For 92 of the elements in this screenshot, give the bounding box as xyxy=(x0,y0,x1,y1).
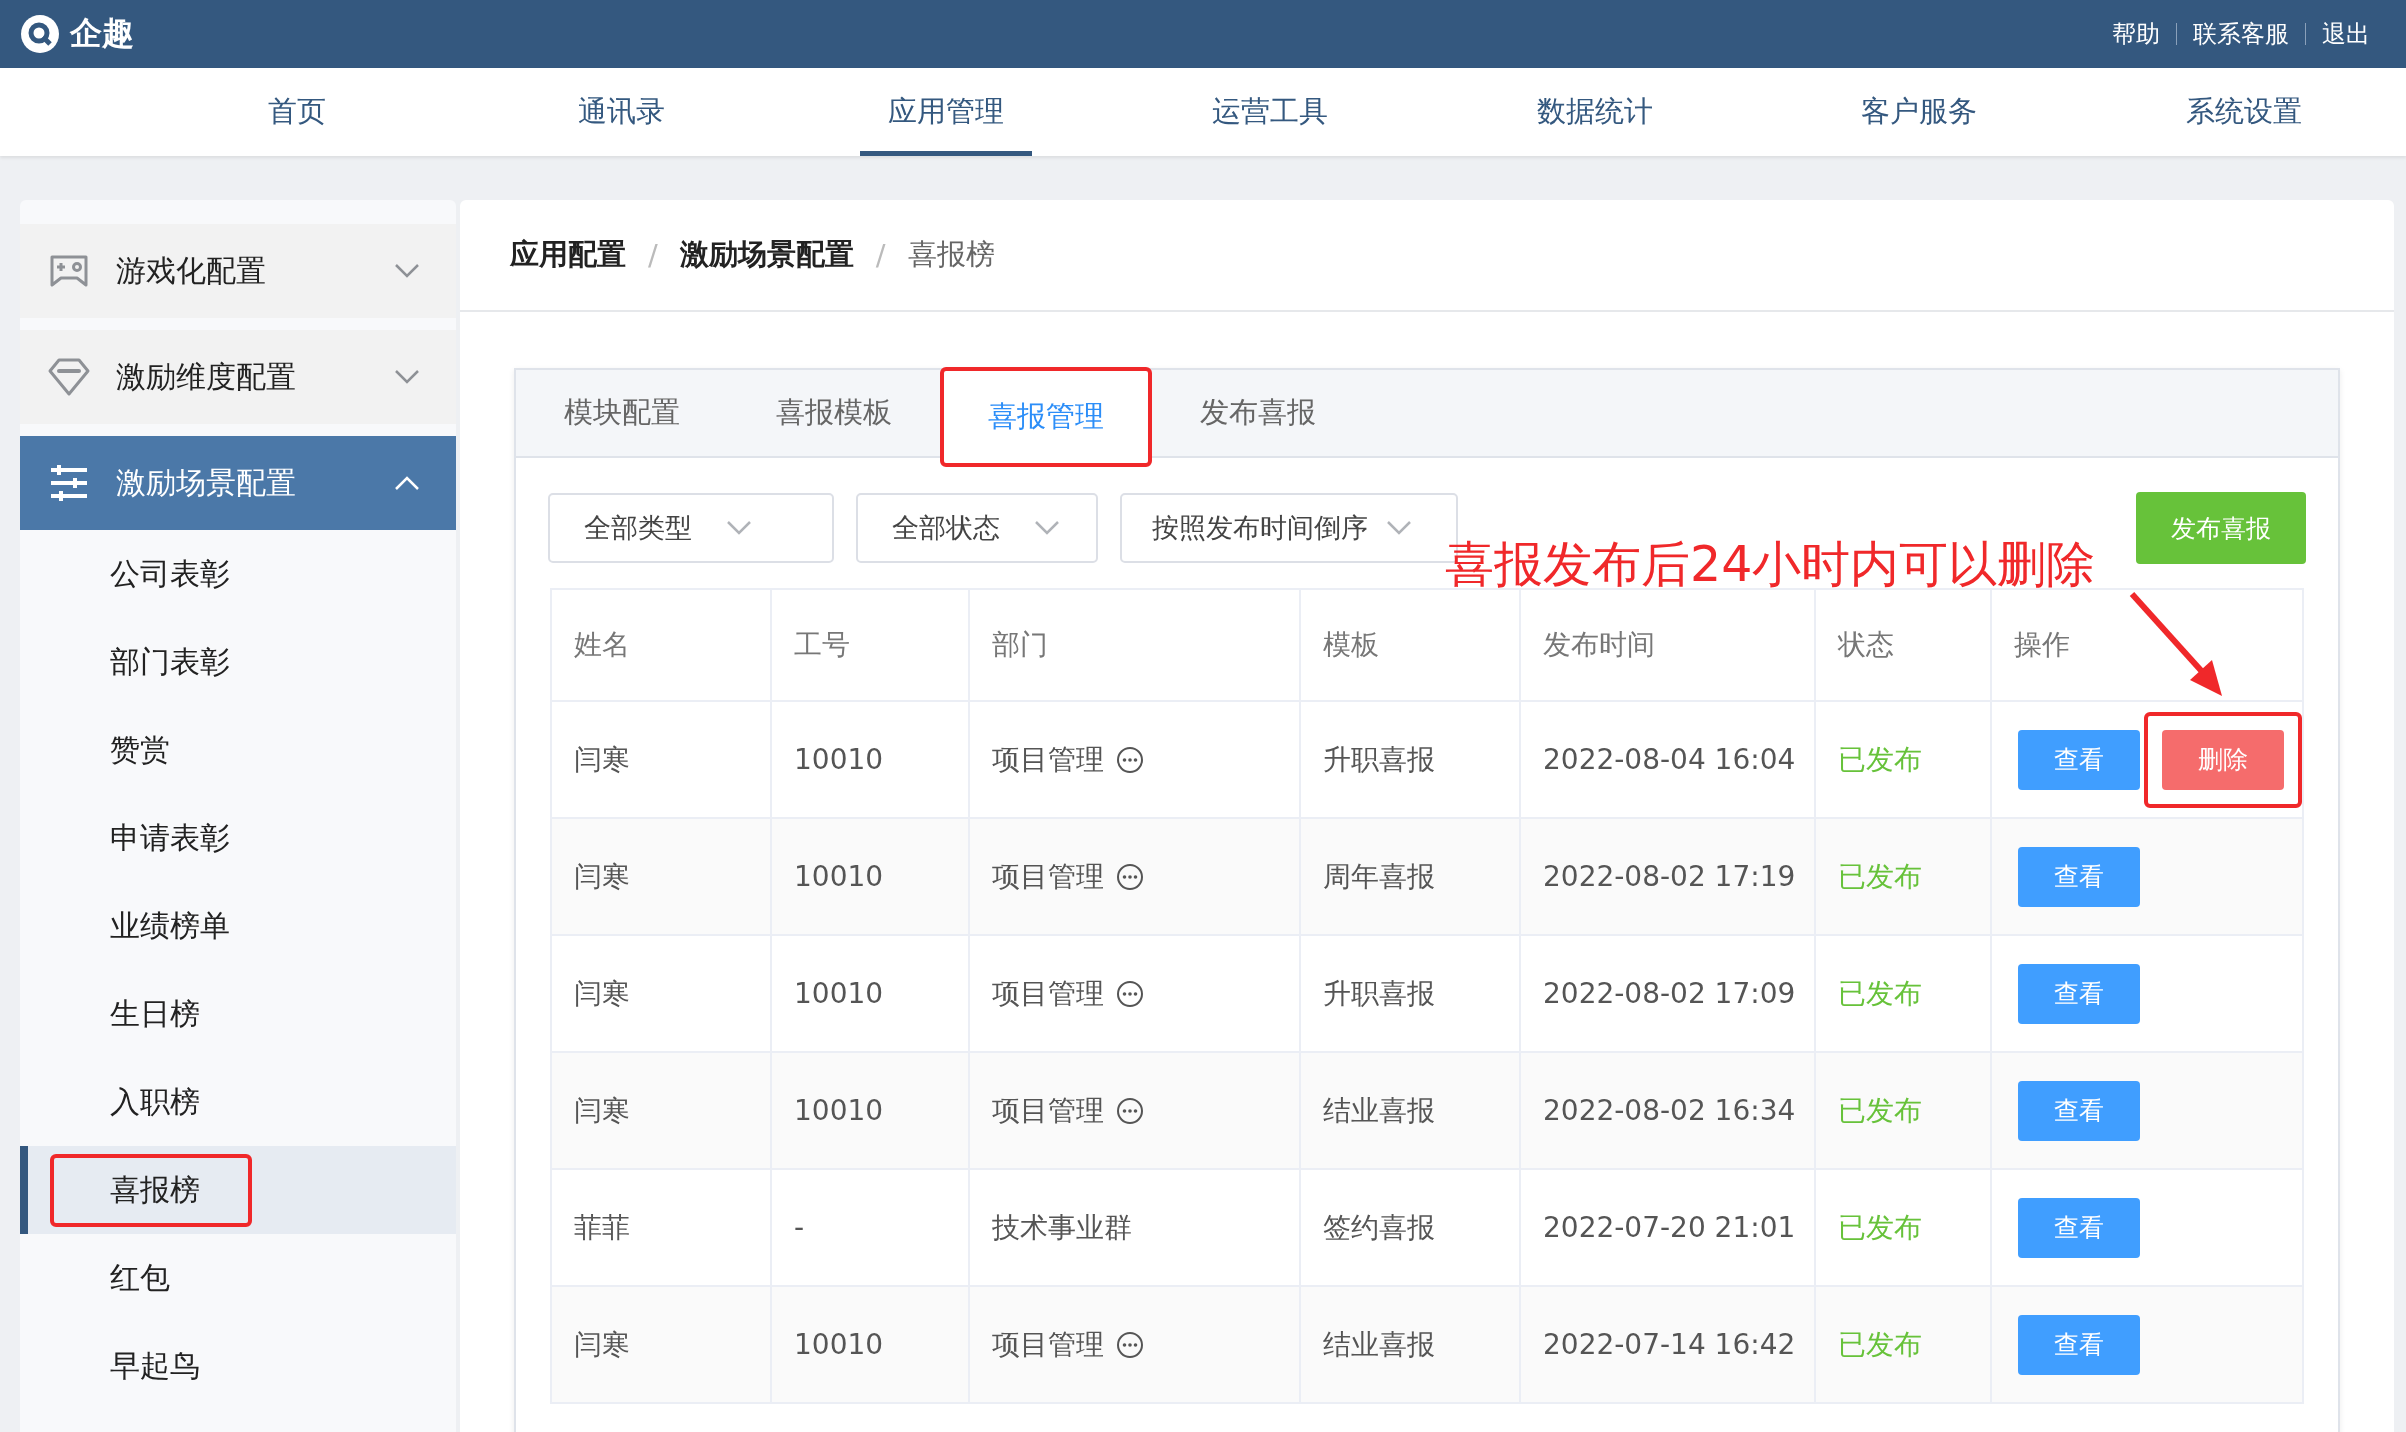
table-cell-text: 闫寒 xyxy=(574,975,630,1012)
chevron-icon xyxy=(394,263,420,279)
breadcrumb-separator: / xyxy=(875,238,886,272)
status-text: 已发布 xyxy=(1838,1326,1922,1363)
nav-tab[interactable]: 运营工具 xyxy=(1184,68,1357,156)
sidebar-item[interactable]: 早起鸟 xyxy=(50,1329,252,1403)
tab[interactable]: 喜报模板 xyxy=(728,370,940,456)
sliders-icon xyxy=(51,465,87,501)
more-icon[interactable] xyxy=(1116,1330,1144,1359)
status-text: 已发布 xyxy=(1838,1209,1922,1246)
table-cell: 2022-08-02 17:19 xyxy=(1543,860,1796,893)
status-text: 已发布 xyxy=(1838,741,1922,778)
nav-tab[interactable]: 应用管理 xyxy=(860,68,1033,156)
sidebar-item[interactable]: 生日榜 xyxy=(50,977,252,1051)
table-cell-text: 周年喜报 xyxy=(1323,858,1435,895)
column-header: 姓名 xyxy=(574,627,630,663)
sidebar-item[interactable]: 公司表彰 xyxy=(50,537,282,611)
breadcrumb-link[interactable]: 应用配置 xyxy=(510,235,626,275)
chevron-icon xyxy=(394,475,420,491)
table-cell: - xyxy=(794,1211,805,1244)
table-cell: 10010 xyxy=(794,1094,884,1127)
column-header: 状态 xyxy=(1838,627,1894,663)
column-header: 部门 xyxy=(992,627,1048,663)
sidebar-item[interactable]: 部门表彰 xyxy=(50,625,282,699)
table-cell-text: 项目管理 xyxy=(992,741,1104,778)
status-text: 已发布 xyxy=(1838,975,1922,1012)
breadcrumb-link[interactable]: 激励场景配置 xyxy=(679,235,854,275)
table-cell: 10010 xyxy=(794,743,884,776)
brand-name: 企趣 xyxy=(70,13,134,54)
column-header: 工号 xyxy=(794,627,850,663)
table-cell-text: 项目管理 xyxy=(992,1326,1104,1363)
more-icon[interactable] xyxy=(1116,979,1144,1008)
table-cell-text: 结业喜报 xyxy=(1323,1326,1435,1363)
table-cell-text: 闫寒 xyxy=(574,741,630,778)
nav-tab[interactable]: 首页 xyxy=(240,68,355,156)
table-cell-text: 菲菲 xyxy=(574,1209,630,1246)
table-cell-text: 项目管理 xyxy=(992,975,1104,1012)
table-cell-text: 技术事业群 xyxy=(992,1209,1132,1246)
table-cell-text: 升职喜报 xyxy=(1323,741,1435,778)
sidebar-item[interactable]: 入职榜 xyxy=(50,1065,252,1139)
chevron-icon xyxy=(726,520,752,536)
chevron-icon xyxy=(1034,520,1060,536)
header-link[interactable]: 退出 xyxy=(2306,18,2386,50)
sidebar-item[interactable]: 申请表彰 xyxy=(50,801,282,875)
nav-tab[interactable]: 系统设置 xyxy=(2157,68,2330,156)
header-link[interactable]: 联系客服 xyxy=(2177,18,2305,50)
sidebar-group[interactable]: 激励场景配置 xyxy=(20,436,456,530)
sidebar-item[interactable]: 喜报榜 xyxy=(50,1153,252,1227)
sidebar-item[interactable]: 业绩榜单 xyxy=(50,889,282,963)
more-icon[interactable] xyxy=(1116,862,1144,891)
breadcrumb-item: 喜报榜 xyxy=(907,236,995,273)
sidebar-group[interactable]: 游戏化配置 xyxy=(20,224,456,318)
table-cell: 2022-08-04 16:04 xyxy=(1543,743,1796,776)
nav-tab[interactable]: 客户服务 xyxy=(1833,68,2006,156)
sidebar-item[interactable]: 赞赏 xyxy=(50,713,222,787)
gamepad-icon xyxy=(49,254,89,288)
table-cell: 10010 xyxy=(794,977,884,1010)
sidebar-group[interactable]: 激励维度配置 xyxy=(20,330,456,424)
table-cell: 10010 xyxy=(794,860,884,893)
diamond-icon xyxy=(47,357,91,397)
table-cell-text: 闫寒 xyxy=(574,1092,630,1129)
table-cell-text: 项目管理 xyxy=(992,858,1104,895)
header-link[interactable]: 帮助 xyxy=(2096,18,2176,50)
chevron-icon xyxy=(394,369,420,385)
table-cell-text: 闫寒 xyxy=(574,1326,630,1363)
status-text: 已发布 xyxy=(1838,1092,1922,1129)
logo-icon xyxy=(20,14,60,54)
table-cell-text: 闫寒 xyxy=(574,858,630,895)
tab[interactable]: 发布喜报 xyxy=(1152,370,1364,456)
chevron-icon xyxy=(1386,520,1412,536)
filter-dropdown[interactable]: 全部类型 xyxy=(548,493,834,563)
table-cell: 10010 xyxy=(794,1328,884,1361)
filter-dropdown[interactable]: 全部状态 xyxy=(856,493,1098,563)
nav-tab[interactable]: 通讯录 xyxy=(550,68,694,156)
table-cell: 2022-07-20 21:01 xyxy=(1543,1211,1796,1244)
column-header: 发布时间 xyxy=(1543,627,1655,663)
table-cell-text: 结业喜报 xyxy=(1323,1092,1435,1129)
breadcrumb-separator: / xyxy=(648,238,658,272)
column-header: 模板 xyxy=(1323,627,1379,663)
nav-tab[interactable]: 数据统计 xyxy=(1508,68,1681,156)
table-cell: 2022-08-02 16:34 xyxy=(1543,1094,1796,1127)
more-icon[interactable] xyxy=(1116,1096,1144,1125)
column-header: 操作 xyxy=(2014,627,2070,663)
more-icon[interactable] xyxy=(1116,745,1144,774)
table-cell: 2022-07-14 16:42 xyxy=(1543,1328,1796,1361)
table-cell-text: 升职喜报 xyxy=(1323,975,1435,1012)
sidebar-item[interactable]: 红包 xyxy=(50,1241,222,1315)
status-text: 已发布 xyxy=(1838,858,1922,895)
tab[interactable]: 模块配置 xyxy=(516,370,728,456)
table-cell-text: 项目管理 xyxy=(992,1092,1104,1129)
table-cell-text: 签约喜报 xyxy=(1323,1209,1435,1246)
table-cell: 2022-08-02 17:09 xyxy=(1543,977,1796,1010)
